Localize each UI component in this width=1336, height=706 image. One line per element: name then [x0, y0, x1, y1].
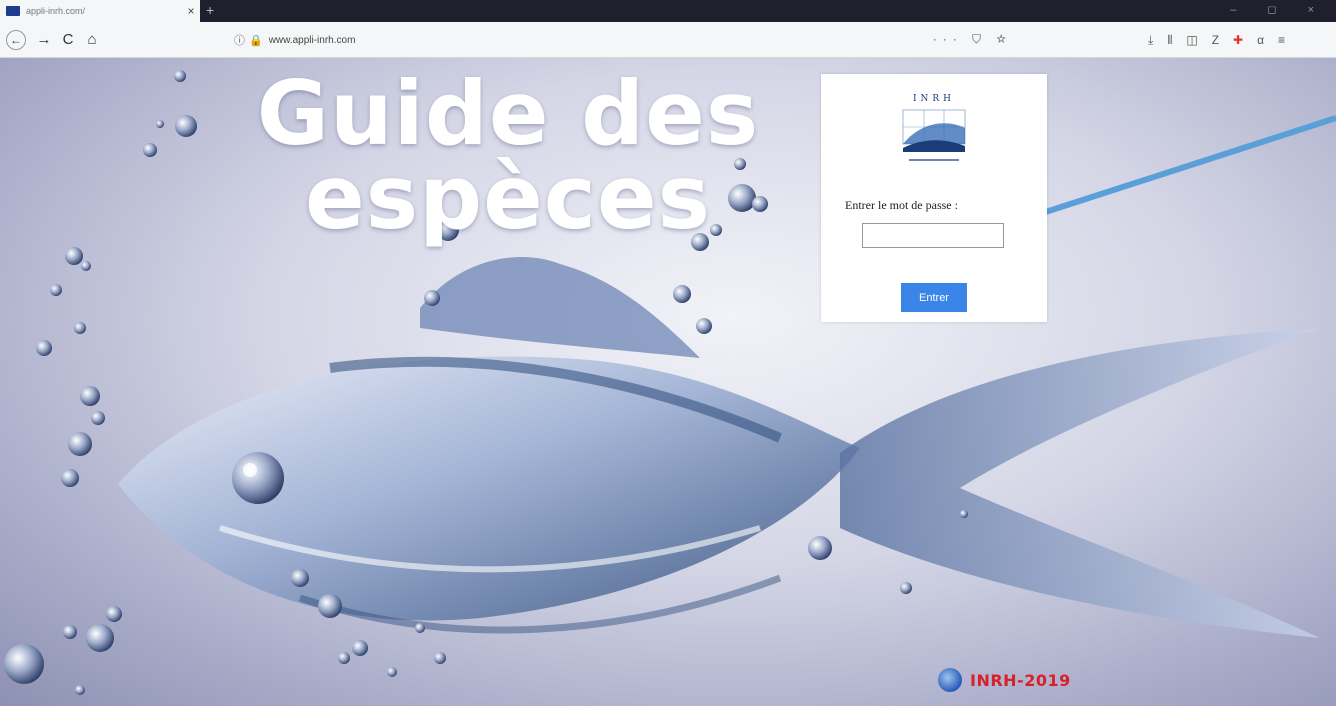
hero-title-line2: espèces [305, 146, 711, 249]
insecure-lock-icon[interactable]: 🔒 [249, 34, 263, 47]
reload-button[interactable]: C [58, 31, 78, 49]
hero-title: Guide des espèces [218, 62, 798, 249]
extension-icon[interactable]: ✚ [1233, 33, 1243, 48]
globe-icon [938, 668, 962, 692]
tab-bar: appli-inrh.com/ × + – ◻ × [0, 0, 1336, 22]
browser-tab[interactable]: appli-inrh.com/ × [0, 0, 200, 22]
fish-body [118, 356, 860, 621]
download-icon[interactable]: ⤓ [1148, 33, 1153, 48]
logo-wave-icon [902, 109, 966, 161]
reader-icon[interactable]: α [1257, 33, 1264, 48]
library-icon[interactable]: ⫴ [1167, 33, 1172, 48]
tab-title: appli-inrh.com/ [26, 6, 86, 16]
inrh-logo: INRH [889, 94, 979, 174]
url-bar[interactable]: ⓘ 🔒 www.appli-inrh.com ··· ⛉ ☆ [226, 28, 1016, 52]
footer-brand: INRH-2019 [938, 668, 1071, 692]
navigation-toolbar: ← → C ⌂ ⓘ 🔒 www.appli-inrh.com ··· ⛉ ☆ ⤓… [0, 22, 1336, 58]
password-input[interactable] [862, 223, 1004, 248]
menu-icon[interactable]: ≡ [1278, 33, 1285, 48]
login-card: INRH Entrer le mot de passe : Entrer [821, 74, 1047, 322]
footer-brand-text: INRH-2019 [970, 670, 1071, 690]
window-controls[interactable]: – ◻ × [1230, 3, 1328, 16]
home-button[interactable]: ⌂ [82, 31, 102, 49]
toolbar-icons: ⤓ ⫴ ◫ Z ✚ α ≡ [1148, 33, 1285, 48]
logo-text: INRH [912, 94, 956, 104]
fish-dorsal-fin [420, 256, 700, 358]
sidebar-icon[interactable]: ◫ [1186, 33, 1197, 48]
zotero-icon[interactable]: Z [1212, 33, 1219, 48]
site-favicon-icon [6, 6, 20, 16]
password-label: Entrer le mot de passe : [845, 198, 958, 212]
site-info-icon[interactable]: ⓘ [234, 32, 245, 48]
submit-button[interactable]: Entrer [901, 283, 967, 312]
forward-button[interactable]: → [34, 31, 54, 49]
fish-tail [840, 328, 1320, 638]
page-content: Guide des espèces INRH Entrer le mot de … [0, 58, 1336, 706]
url-text[interactable]: www.appli-inrh.com [269, 35, 356, 46]
close-tab-icon[interactable]: × [182, 4, 200, 18]
new-tab-button[interactable]: + [206, 2, 214, 18]
fish-eye [232, 452, 284, 504]
hero-title-line1: Guide des [256, 62, 760, 165]
back-button[interactable]: ← [6, 30, 26, 50]
page-actions[interactable]: ··· ⛉ ☆ [933, 32, 1012, 47]
